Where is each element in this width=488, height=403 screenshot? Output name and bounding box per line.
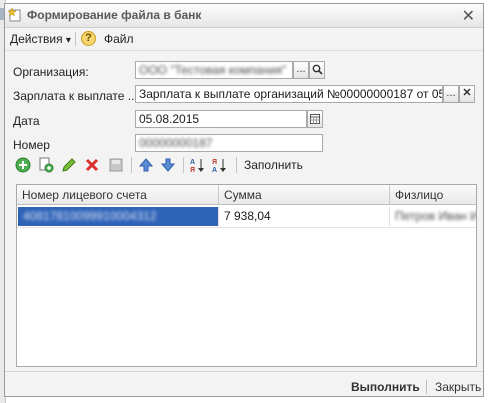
sort-asc-icon[interactable]: AЯ [190, 157, 206, 173]
org-label: Организация: [13, 65, 89, 79]
col-header-account[interactable]: Номер лицевого счета [17, 185, 219, 205]
menu-separator [75, 32, 76, 46]
toolbar-separator [236, 157, 237, 173]
date-field[interactable]: 05.08.2015 [135, 110, 307, 128]
run-button[interactable]: Выполнить [351, 380, 420, 394]
salary-label: Зарплата к выплате ... [13, 89, 138, 103]
footer-separator [426, 380, 427, 394]
menu-bar: Действия ▾ ? Файл [5, 28, 483, 51]
toolbar-separator [131, 157, 132, 173]
cell-person[interactable]: Петров Иван Ив. [390, 207, 476, 226]
salary-select-button[interactable]: ... [443, 85, 459, 103]
close-button[interactable]: Закрыть [435, 380, 481, 394]
footer-bar: Выполнить Закрыть [5, 371, 483, 397]
number-label: Номер [13, 138, 50, 152]
move-up-icon[interactable] [138, 157, 154, 173]
title-bar: Формирование файла в банк ✕ [5, 4, 483, 28]
salary-field[interactable]: Зарплата к выплате организаций №00000000… [135, 85, 443, 103]
delete-icon[interactable] [84, 157, 100, 173]
org-field[interactable]: ООО "Тестовая компания" [135, 61, 293, 79]
actions-menu[interactable]: Действия ▾ [10, 32, 71, 46]
svg-text:Я: Я [190, 167, 195, 173]
toolbar-separator [183, 157, 184, 173]
number-field[interactable]: 00000000187 [135, 134, 323, 152]
move-down-icon[interactable] [160, 157, 176, 173]
svg-text:A: A [212, 167, 217, 173]
sort-desc-icon[interactable]: ЯA [212, 157, 228, 173]
help-icon[interactable]: ? [81, 31, 96, 46]
edit-icon[interactable] [61, 157, 77, 173]
number-value: 00000000187 [139, 136, 213, 150]
chevron-down-icon: ▾ [65, 35, 71, 46]
search-icon[interactable] [309, 61, 325, 79]
svg-text:Я: Я [212, 159, 217, 166]
col-header-amount[interactable]: Сумма [219, 185, 390, 205]
fill-button[interactable]: Заполнить [244, 158, 303, 172]
svg-text:A: A [190, 159, 195, 166]
calendar-icon[interactable] [307, 110, 323, 128]
document-star-icon [8, 8, 21, 22]
account-value: 40817810099910004312 [23, 209, 157, 223]
add-icon[interactable] [15, 157, 31, 173]
actions-menu-label: Действия [10, 32, 63, 46]
copy-icon[interactable] [38, 157, 54, 173]
col-header-person[interactable]: Физлицо [390, 185, 476, 205]
window-close-icon[interactable]: ✕ [462, 6, 475, 26]
cell-amount[interactable]: 7 938,04 [219, 207, 390, 226]
clear-icon[interactable]: ✕ [459, 85, 475, 103]
cell-account[interactable]: 40817810099910004312 [18, 207, 219, 226]
window-title: Формирование файла в банк [27, 8, 202, 22]
row-divider [17, 227, 476, 228]
date-label: Дата [13, 114, 40, 128]
file-menu[interactable]: Файл [104, 32, 134, 46]
save-icon [109, 158, 123, 172]
person-value: Петров Иван Ив. [395, 209, 476, 223]
org-value: ООО "Тестовая компания" [139, 63, 287, 77]
org-select-button[interactable]: ... [293, 61, 309, 79]
dialog-window: Формирование файла в банк ✕ Действия ▾ ?… [4, 3, 484, 397]
accounts-table[interactable]: Номер лицевого счета Сумма Физлицо 40817… [16, 184, 477, 367]
